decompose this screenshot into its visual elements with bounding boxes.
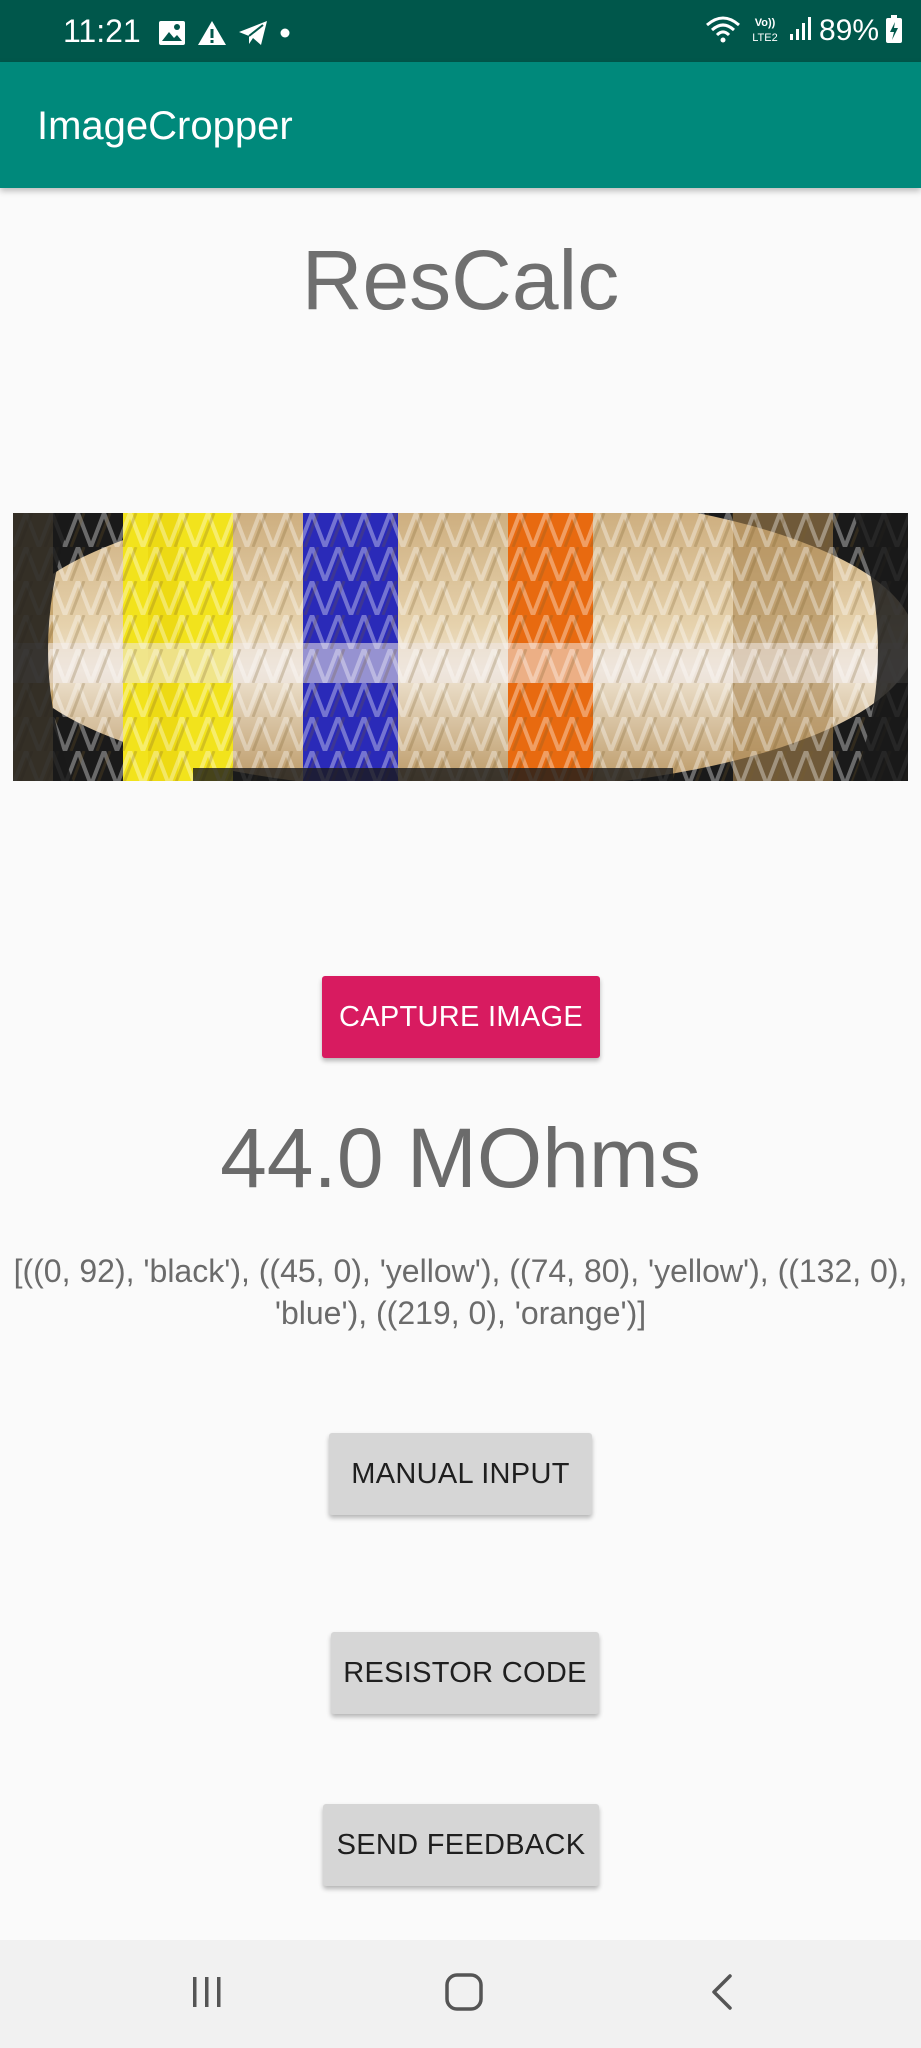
resistor-code-button[interactable]: RESISTOR CODE	[331, 1632, 599, 1714]
page-title: ResCalc	[301, 233, 620, 327]
home-button[interactable]	[394, 1940, 534, 2048]
status-bar: 11:21 Vo)) LTE2 89%	[0, 0, 921, 62]
resistance-result: 44.0 MOhms	[220, 1111, 701, 1205]
recent-apps-button[interactable]	[137, 1940, 277, 2048]
dot-icon	[279, 26, 291, 44]
send-feedback-button[interactable]: SEND FEEDBACK	[323, 1804, 599, 1886]
navigation-bar	[0, 1940, 921, 2048]
back-icon	[709, 1973, 735, 2016]
signal-icon	[789, 16, 813, 47]
manual-input-button[interactable]: MANUAL INPUT	[329, 1433, 592, 1515]
status-notification-icons	[158, 20, 291, 50]
back-button[interactable]	[652, 1940, 792, 2048]
wifi-icon	[705, 15, 741, 48]
warning-icon	[197, 20, 227, 51]
battery-charging-icon	[885, 14, 903, 49]
volte-icon: Vo)) LTE2	[747, 14, 783, 49]
telegram-icon	[238, 20, 268, 51]
app-title: ImageCropper	[37, 104, 293, 148]
status-system-icons: Vo)) LTE2 89%	[705, 14, 903, 48]
capture-image-button[interactable]: CAPTURE IMAGE	[322, 976, 600, 1058]
recent-apps-icon	[189, 1975, 225, 2014]
band-detection-detail: [((0, 92), 'black'), ((45, 0), 'yellow')…	[13, 1253, 908, 1331]
app-bar: ImageCropper	[0, 62, 921, 188]
cropped-resistor-image	[13, 513, 908, 781]
status-time: 11:21	[63, 13, 141, 49]
battery-percent: 89%	[818, 14, 879, 47]
svg-text:LTE2: LTE2	[752, 32, 777, 44]
svg-text:Vo)): Vo))	[755, 17, 776, 29]
gallery-icon	[158, 20, 186, 51]
home-icon	[444, 1972, 484, 2017]
